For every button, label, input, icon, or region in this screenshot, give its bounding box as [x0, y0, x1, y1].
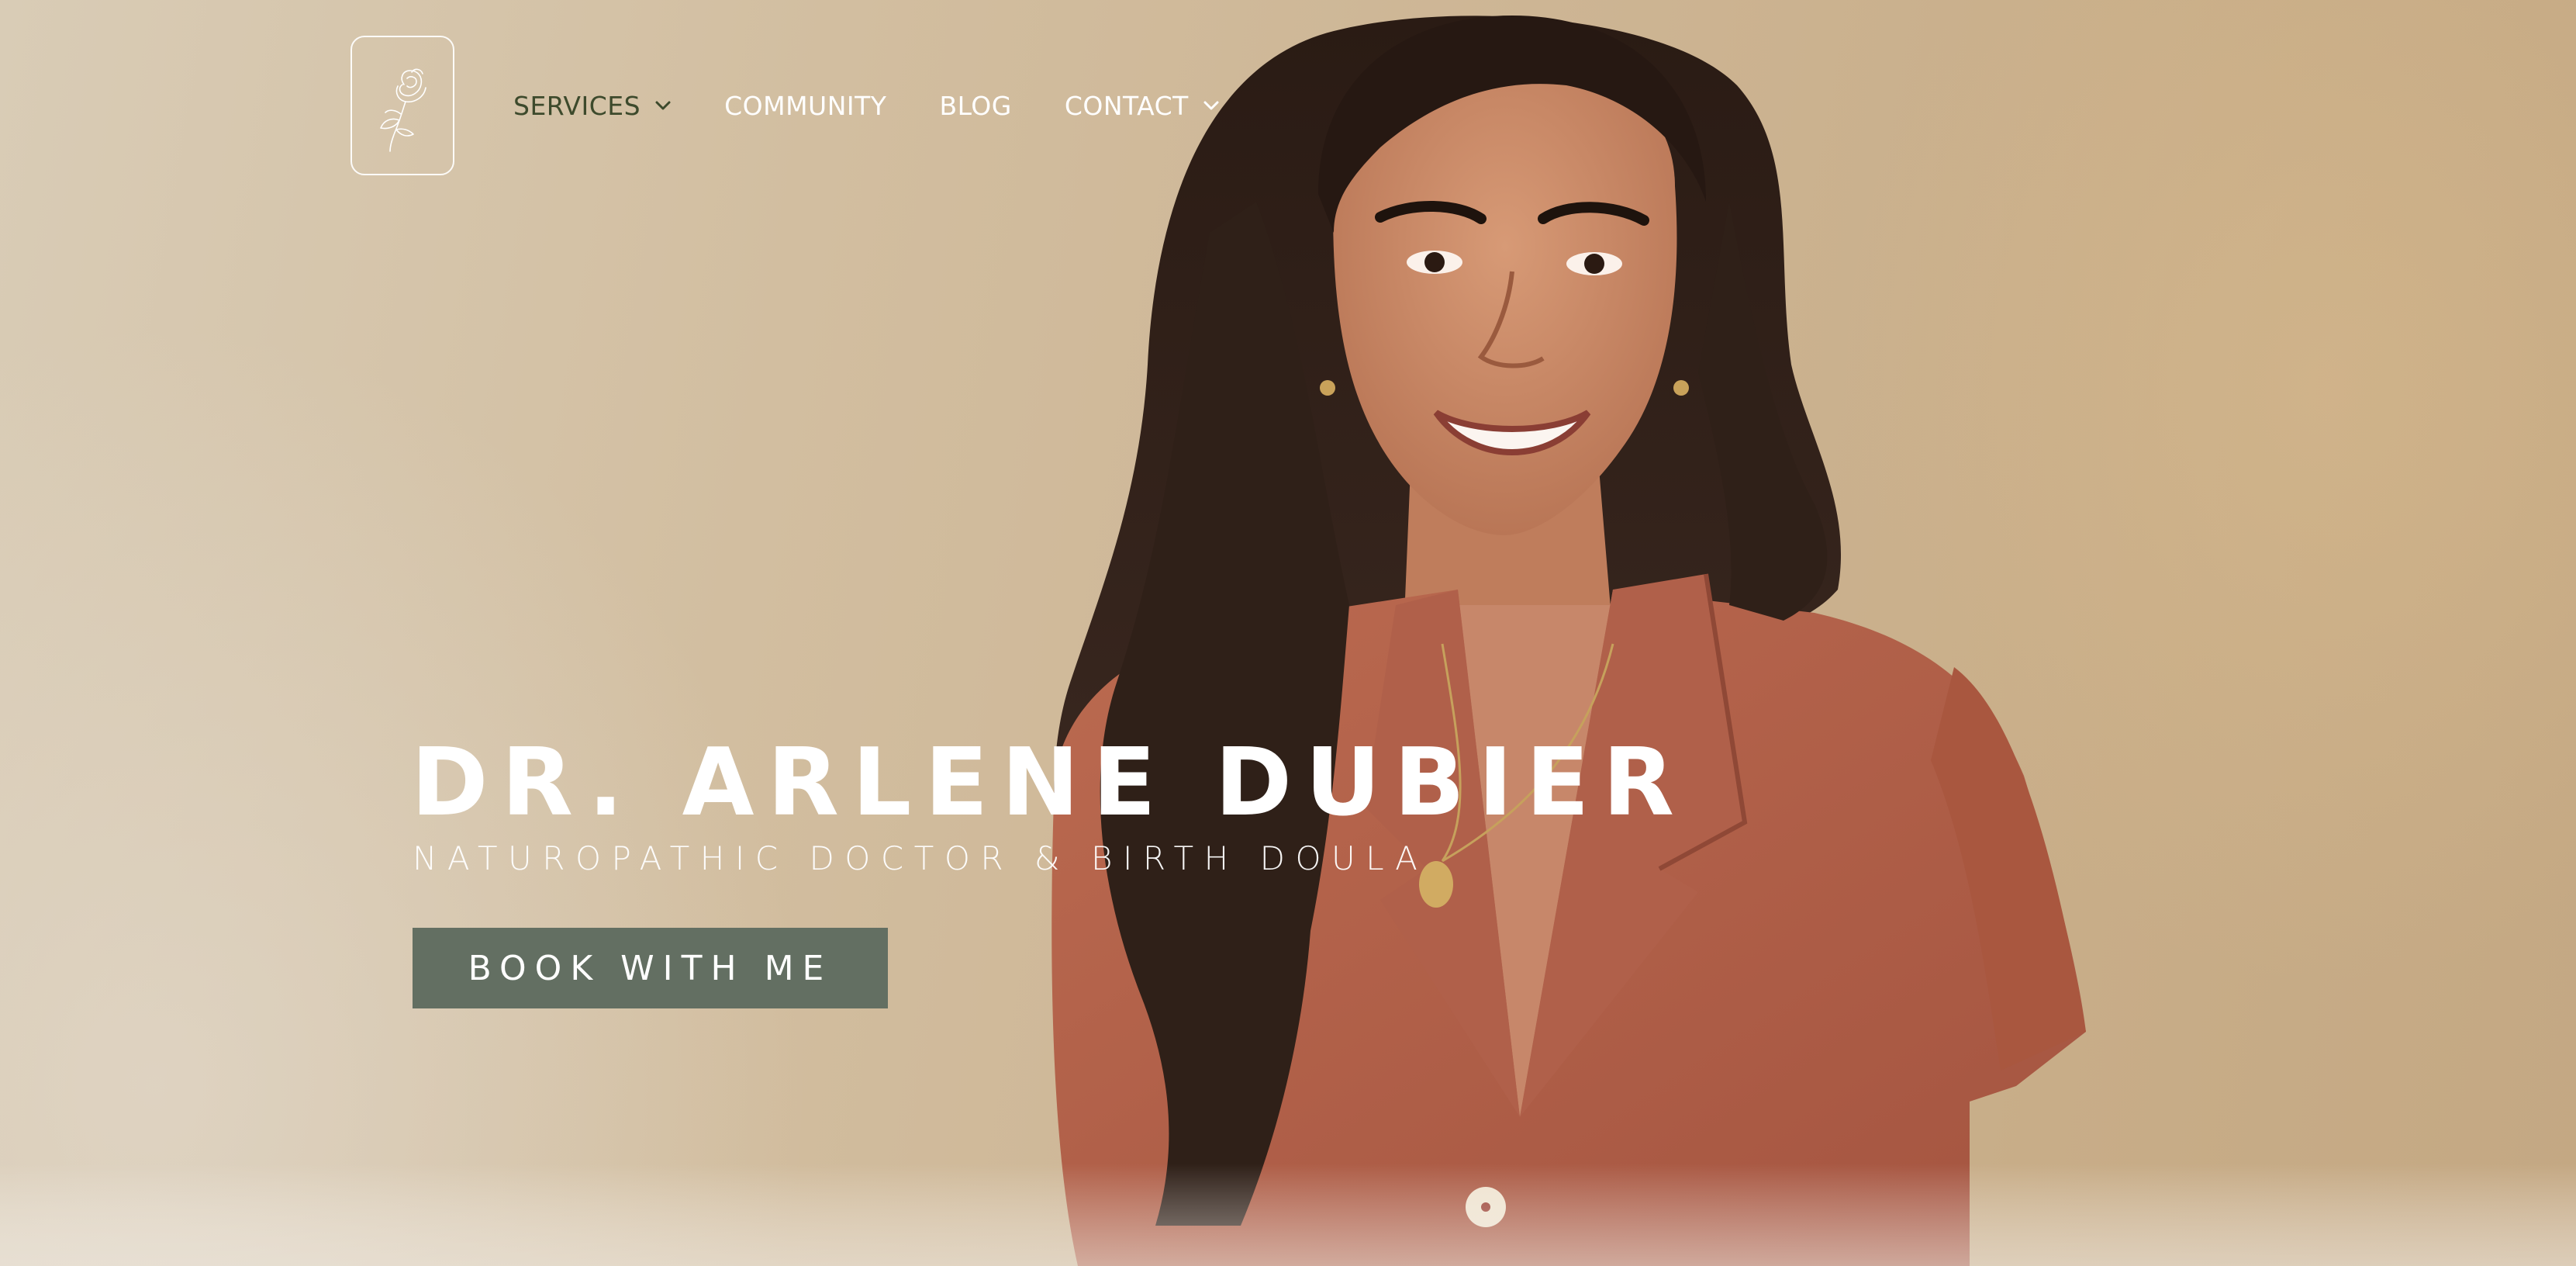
site-logo[interactable] [350, 36, 454, 175]
nav-item-contact[interactable]: CONTACT [1065, 91, 1220, 121]
nav-item-services-label: SERVICES [513, 90, 641, 121]
hero-title: DR. ARLENE DUBIER [411, 729, 1688, 837]
main-nav: SERVICES COMMUNITY BLOG CONTACT [513, 84, 1272, 127]
nav-item-community-label: COMMUNITY [724, 90, 887, 121]
nav-item-community[interactable]: COMMUNITY [724, 91, 886, 121]
hero-photo [0, 16, 2576, 1266]
hero-subtitle: NATUROPATHIC DOCTOR & BIRTH DOULA [413, 839, 1428, 877]
nav-item-blog[interactable]: BLOG [939, 91, 1011, 121]
chevron-down-icon [1203, 100, 1220, 111]
rose-icon [380, 68, 426, 152]
book-with-me-button[interactable]: BOOK WITH ME [413, 928, 888, 1008]
nav-item-blog-label: BLOG [939, 90, 1012, 121]
nav-item-contact-label: CONTACT [1064, 90, 1189, 121]
hero-section: SERVICES COMMUNITY BLOG CONTACT DR. ARLE… [0, 0, 2576, 1266]
nav-item-services[interactable]: SERVICES [513, 91, 672, 121]
chevron-down-icon [654, 100, 672, 111]
